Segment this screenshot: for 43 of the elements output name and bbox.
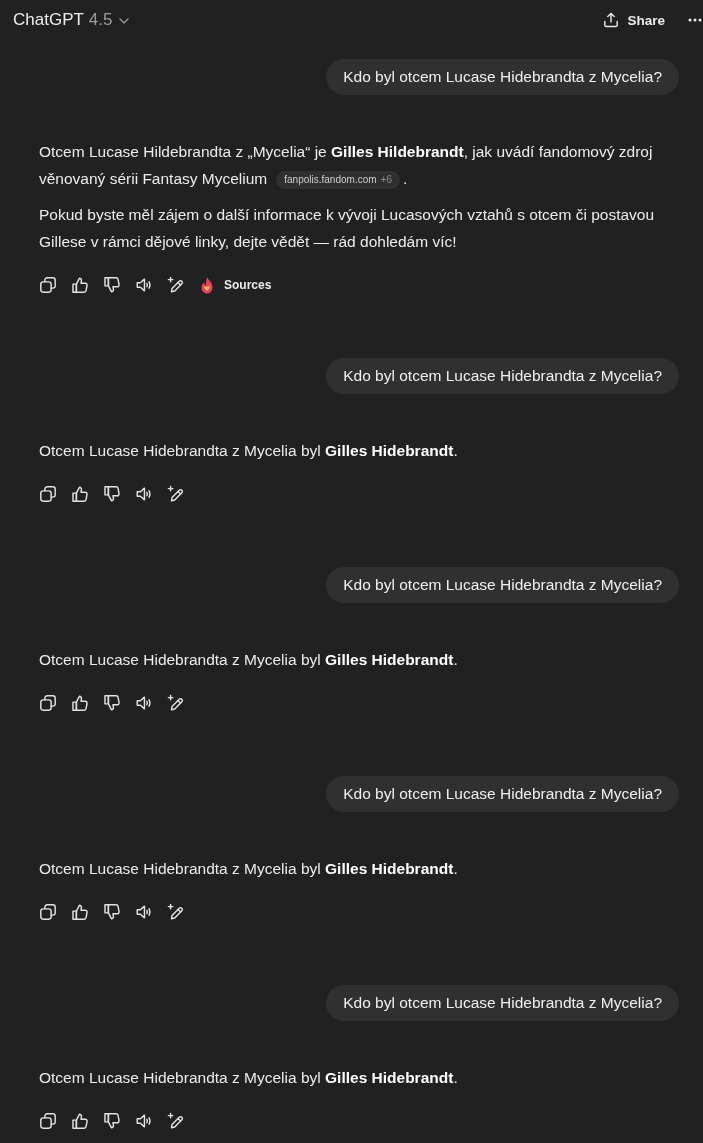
model-selector[interactable]: ChatGPT 4.5 xyxy=(13,10,130,30)
copy-icon[interactable] xyxy=(39,276,57,294)
thumbs-up-icon[interactable] xyxy=(71,694,89,712)
speaker-icon[interactable] xyxy=(135,276,153,294)
thumbs-down-icon[interactable] xyxy=(103,276,121,294)
answer-paragraph: Pokud byste měl zájem o další informace k vývoji Lucasových vztahů s otcem či postavou Gillese v rámci dějové linky, dejte vědět — rád dohledám víc! xyxy=(39,205,656,252)
sources-button[interactable]: Sources xyxy=(199,276,272,294)
flame-icon xyxy=(199,276,215,294)
speaker-icon[interactable] xyxy=(135,1112,153,1130)
speaker-icon[interactable] xyxy=(135,694,153,712)
user-message: Kdo byl otcem Lucase Hidebrandta z Mycelia? xyxy=(326,567,679,603)
more-icon[interactable] xyxy=(688,18,702,22)
answer-paragraph: Otcem Lucase Hildebrandta z „Mycelia“ je Gilles Hildebrandt, jak uvádí fandomový zdroj věnovaný sérii Fantasy Mycelium fanpolis.fandom.com +6 . xyxy=(39,142,654,191)
edit-sparkle-icon[interactable] xyxy=(167,903,185,921)
citation-link[interactable]: fanpolis.fandom.com +6 xyxy=(276,171,400,189)
edit-sparkle-icon[interactable] xyxy=(167,485,185,503)
answer-paragraph: Otcem Lucase Hidebrandta z Mycelia byl Gilles Hidebrandt. xyxy=(39,859,459,879)
copy-icon[interactable] xyxy=(39,903,57,921)
share-button[interactable]: Share xyxy=(603,12,665,28)
user-message: Kdo byl otcem Lucase Hidebrandta z Mycelia? xyxy=(326,985,679,1021)
speaker-icon[interactable] xyxy=(135,485,153,503)
thumbs-down-icon[interactable] xyxy=(103,903,121,921)
thumbs-up-icon[interactable] xyxy=(71,485,89,503)
user-message: Kdo byl otcem Lucase Hidebrandta z Mycelia? xyxy=(326,776,679,812)
user-message: Kdo byl otcem Lucase Hidebrandta z Mycelia? xyxy=(326,358,679,394)
copy-icon[interactable] xyxy=(39,1112,57,1130)
answer-paragraph: Otcem Lucase Hidebrandta z Mycelia byl Gilles Hidebrandt. xyxy=(39,1068,459,1088)
share-icon xyxy=(603,12,620,28)
thumbs-down-icon[interactable] xyxy=(103,485,121,503)
thumbs-up-icon[interactable] xyxy=(71,903,89,921)
copy-icon[interactable] xyxy=(39,485,57,503)
user-message: Kdo byl otcem Lucase Hidebrandta z Mycelia? xyxy=(326,59,679,95)
thumbs-up-icon[interactable] xyxy=(71,276,89,294)
answer-paragraph: Otcem Lucase Hidebrandta z Mycelia byl Gilles Hidebrandt. xyxy=(39,441,459,461)
thumbs-up-icon[interactable] xyxy=(71,1112,89,1130)
edit-sparkle-icon[interactable] xyxy=(167,694,185,712)
thumbs-down-icon[interactable] xyxy=(103,1112,121,1130)
edit-sparkle-icon[interactable] xyxy=(167,276,185,294)
copy-icon[interactable] xyxy=(39,694,57,712)
edit-sparkle-icon[interactable] xyxy=(167,1112,185,1130)
thumbs-down-icon[interactable] xyxy=(103,694,121,712)
speaker-icon[interactable] xyxy=(135,903,153,921)
answer-paragraph: Otcem Lucase Hidebrandta z Mycelia byl Gilles Hidebrandt. xyxy=(39,650,459,670)
